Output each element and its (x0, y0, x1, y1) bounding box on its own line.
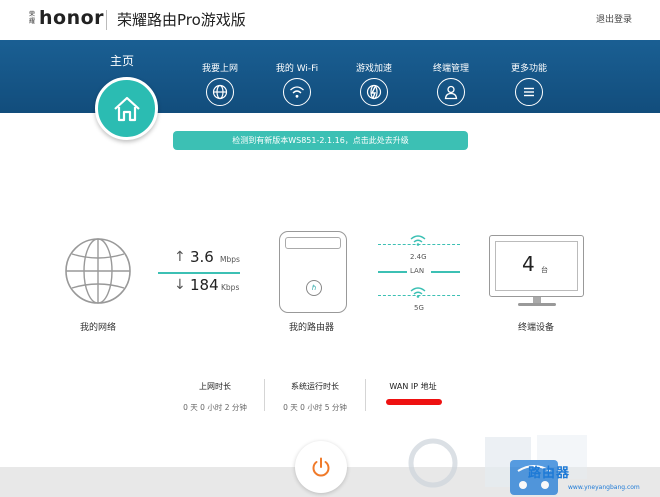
stat-value: 0 天 0 小时 2 分钟 (183, 403, 247, 412)
link-indicators: 2.4G LAN 5G (375, 234, 461, 314)
wifi-24-link-line (378, 244, 460, 245)
lan-label: LAN (410, 267, 425, 275)
wifi-icon (283, 78, 311, 106)
app-title: 荣耀路由Pro游戏版 (117, 11, 246, 29)
stat-label: 上网时长 (199, 382, 231, 391)
redaction-mark (386, 399, 442, 405)
nav-item-label: 游戏加速 (355, 64, 392, 74)
user-icon (437, 78, 465, 106)
router-logo-icon: ℏ (306, 280, 322, 296)
watermark-text: 路由器 (528, 466, 571, 481)
download-speed-value: 184 (190, 276, 219, 294)
logout-link[interactable]: 退出登录 (596, 12, 632, 25)
stat-label: 系统运行时长 (291, 382, 339, 391)
nav-home-label: 主页 (110, 54, 135, 68)
monitor-icon[interactable] (489, 235, 584, 297)
stat-divider (365, 379, 366, 411)
device-count-unit: 台 (541, 266, 548, 274)
router-label: 我的路由器 (289, 323, 335, 333)
top-bar: 荣耀 honor 荣耀路由Pro游戏版 退出登录 (0, 0, 660, 40)
menu-icon (515, 78, 543, 106)
home-icon (113, 96, 140, 121)
wan-link-line (158, 272, 240, 274)
brand-small-text: 荣耀 (29, 11, 36, 25)
monitor-base (518, 303, 556, 306)
device-count: 4 (522, 252, 535, 276)
nav-item-more[interactable]: 更多功能 (499, 61, 559, 106)
update-banner[interactable]: 检测到有新版本WS851-2.1.16，点击此处去升级 (173, 131, 468, 150)
nav-item-devices[interactable]: 终端管理 (421, 61, 481, 106)
globe-icon[interactable] (63, 236, 133, 306)
nav-item-label: 终端管理 (432, 64, 469, 74)
home-button[interactable] (95, 77, 158, 140)
band-5g-label: 5G (414, 304, 424, 312)
stat-online-time: 上网时长 0 天 0 小时 2 分钟 (175, 381, 255, 413)
globe-icon (206, 78, 234, 106)
nav-item-internet[interactable]: 我要上网 (190, 61, 250, 106)
power-button[interactable] (295, 441, 347, 493)
upload-arrow-icon: ↑ (174, 249, 186, 265)
nav-item-label: 我的 Wi-Fi (275, 64, 319, 74)
download-arrow-icon: ↓ (174, 277, 186, 293)
upload-speed-unit: Mbps (220, 255, 240, 264)
router-icon[interactable]: ℏ (279, 231, 347, 313)
lan-line-right (431, 271, 460, 273)
game-boost-icon (360, 78, 388, 106)
wifi-5g-link-line (378, 295, 460, 296)
download-speed-unit: Kbps (221, 283, 240, 292)
stat-label: WAN IP 地址 (389, 382, 437, 391)
nav-item-label: 更多功能 (510, 64, 547, 74)
network-label: 我的网络 (80, 323, 117, 333)
lan-line-left (378, 271, 407, 273)
honor-logo: honor (39, 7, 105, 29)
speed-readout: ↑ 3.6 Mbps ↓ 184 Kbps (158, 246, 253, 296)
stat-uptime: 系统运行时长 0 天 0 小时 5 分钟 (275, 381, 355, 413)
brand-divider (106, 10, 107, 30)
upload-speed: ↑ 3.6 Mbps (158, 246, 253, 268)
upload-speed-value: 3.6 (190, 248, 214, 266)
watermark-url: www.yneyangbang.com (568, 484, 640, 491)
nav-item-label: 我要上网 (201, 64, 238, 74)
devices-label: 终端设备 (518, 323, 555, 333)
monitor-screen (495, 241, 578, 291)
nav-item-game-boost[interactable]: 游戏加速 (344, 61, 404, 106)
wifi-5g-icon (410, 287, 426, 298)
download-speed: ↓ 184 Kbps (158, 274, 253, 296)
power-icon (312, 457, 330, 477)
stat-divider (264, 379, 265, 411)
router-top-panel (285, 237, 341, 249)
stat-value: 0 天 0 小时 5 分钟 (283, 403, 347, 412)
nav-item-wifi[interactable]: 我的 Wi-Fi (267, 61, 327, 106)
band-24-label: 2.4G (410, 253, 427, 261)
